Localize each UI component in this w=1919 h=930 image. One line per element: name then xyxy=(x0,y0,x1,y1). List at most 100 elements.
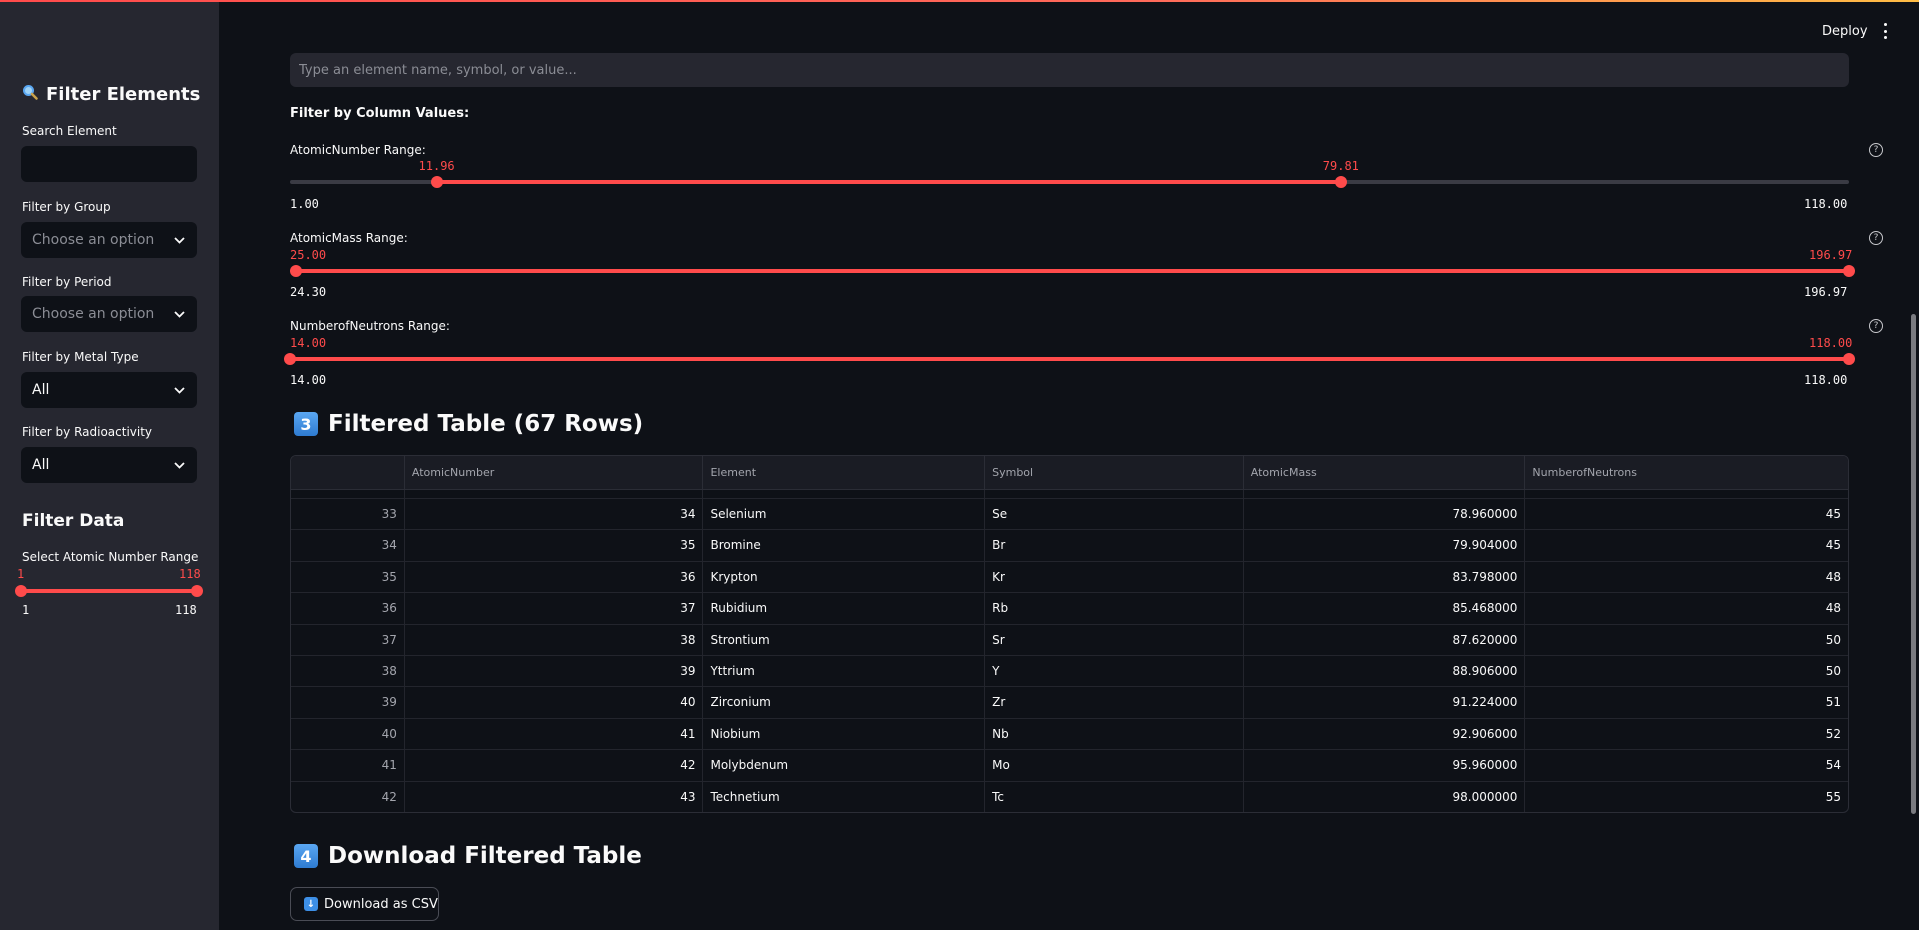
table-cell[interactable]: 45 xyxy=(1525,499,1848,529)
table-cell[interactable]: 48 xyxy=(1525,562,1848,592)
table-row[interactable]: 38 39 Yttrium Y 88.906000 50 xyxy=(291,655,1848,688)
table-cell[interactable]: Kr xyxy=(985,561,1244,593)
help-icon[interactable]: ? xyxy=(1869,231,1883,245)
table-cell[interactable]: 83.798000 xyxy=(1244,561,1526,593)
neutrons-range-high-thumb[interactable] xyxy=(1843,353,1855,365)
table-cell[interactable]: 51 xyxy=(1525,687,1848,717)
table-row[interactable]: 36 37 Rubidium Rb 85.468000 48 xyxy=(291,593,1848,625)
table-cell[interactable]: 78.960000 xyxy=(1244,499,1526,530)
atomic-range-track[interactable] xyxy=(21,589,197,593)
table-cell[interactable]: Sr xyxy=(985,624,1244,655)
atomic-number-range-high-thumb[interactable] xyxy=(1334,176,1347,188)
table-cell[interactable]: 91.224000 xyxy=(1244,687,1526,718)
metal-type-select[interactable]: All xyxy=(21,372,197,408)
table-cell[interactable]: 50 xyxy=(1525,656,1848,686)
table-cell[interactable]: 42 xyxy=(291,781,405,812)
table-cell[interactable]: Bromine xyxy=(703,530,986,561)
table-cell[interactable]: 45 xyxy=(1525,530,1848,560)
table-cell[interactable]: 40 xyxy=(291,718,405,750)
table-cell[interactable]: 35 xyxy=(405,530,704,561)
table-cell[interactable]: 54 xyxy=(1525,750,1848,780)
table-cell[interactable]: Strontium xyxy=(703,624,986,655)
table-cell[interactable]: 39 xyxy=(291,687,405,718)
table-cell[interactable]: 34 xyxy=(405,499,704,530)
table-cell[interactable]: 39 xyxy=(405,655,704,687)
table-cell[interactable]: 98.000000 xyxy=(1244,781,1526,812)
table-cell[interactable]: Rubidium xyxy=(703,593,986,624)
neutrons-range-low-thumb[interactable] xyxy=(284,353,296,365)
table-cell[interactable]: 33 xyxy=(291,499,405,530)
table-cell[interactable]: 79.904000 xyxy=(1244,530,1526,561)
table-cell[interactable]: 95.960000 xyxy=(1244,750,1526,781)
table-cell[interactable]: Molybdenum xyxy=(703,750,986,781)
search-element-input[interactable] xyxy=(21,146,197,182)
help-icon[interactable]: ? xyxy=(1869,319,1883,333)
table-cell[interactable]: 92.906000 xyxy=(1244,718,1526,750)
table-cell[interactable]: 85.468000 xyxy=(1244,593,1526,624)
table-cell[interactable]: Tc xyxy=(985,781,1244,812)
table-cell[interactable]: 37 xyxy=(405,593,704,624)
table-cell[interactable]: 50 xyxy=(1525,625,1848,655)
period-select[interactable]: Choose an option xyxy=(21,296,197,332)
radioactivity-select[interactable]: All xyxy=(21,447,197,483)
table-cell[interactable]: 35 xyxy=(291,561,405,593)
table-cell[interactable]: Se xyxy=(985,499,1244,530)
table-row[interactable]: 42 43 Technetium Tc 98.000000 55 xyxy=(291,781,1848,812)
table-cell[interactable]: 36 xyxy=(291,593,405,624)
column-header-atomic-mass[interactable]: AtomicMass xyxy=(1244,456,1526,490)
atomic-range-high-thumb[interactable] xyxy=(191,585,203,597)
table-cell[interactable]: 41 xyxy=(291,750,405,781)
column-header-symbol[interactable]: Symbol xyxy=(985,456,1244,490)
table-cell[interactable]: 34 xyxy=(291,530,405,561)
table-cell[interactable]: 48 xyxy=(1525,593,1848,623)
column-header-atomic-number[interactable]: AtomicNumber xyxy=(405,456,704,490)
table-cell[interactable]: 43 xyxy=(405,781,704,812)
table-cell[interactable]: 42 xyxy=(405,750,704,781)
group-select[interactable]: Choose an option xyxy=(21,222,197,258)
atomic-mass-range-high-thumb[interactable] xyxy=(1843,265,1855,277)
atomic-mass-range-low-thumb[interactable] xyxy=(290,265,303,277)
table-row[interactable]: 40 41 Niobium Nb 92.906000 52 xyxy=(291,718,1848,751)
table-row[interactable]: 37 38 Strontium Sr 87.620000 50 xyxy=(291,624,1848,656)
table-cell[interactable]: Nb xyxy=(985,718,1244,750)
table-row[interactable]: 41 42 Molybdenum Mo 95.960000 54 xyxy=(291,750,1848,782)
column-header-neutrons[interactable]: NumberofNeutrons xyxy=(1525,456,1848,490)
table-cell[interactable]: 52 xyxy=(1525,719,1848,749)
table-cell[interactable]: Yttrium xyxy=(703,655,986,687)
table-row[interactable]: 35 36 Krypton Kr 83.798000 48 xyxy=(291,561,1848,594)
main-menu-icon[interactable] xyxy=(1880,23,1890,39)
table-cell[interactable]: 55 xyxy=(1525,782,1848,812)
deploy-button[interactable]: Deploy xyxy=(1822,24,1868,39)
table-cell[interactable]: Zirconium xyxy=(703,687,986,718)
table-cell[interactable]: Selenium xyxy=(703,499,986,530)
metal-type-select-value: All xyxy=(32,382,50,398)
download-csv-button[interactable]: ↓ Download as CSV xyxy=(290,887,439,921)
table-cell[interactable]: 38 xyxy=(405,624,704,655)
filtered-table[interactable]: AtomicNumber Element Symbol AtomicMass N… xyxy=(290,455,1849,813)
table-row[interactable]: 39 40 Zirconium Zr 91.224000 51 xyxy=(291,687,1848,719)
table-cell[interactable]: Rb xyxy=(985,593,1244,624)
table-cell[interactable]: Technetium xyxy=(703,781,986,812)
table-cell[interactable]: 36 xyxy=(405,561,704,593)
atomic-range-low-thumb[interactable] xyxy=(15,585,27,597)
table-row[interactable]: 33 34 Selenium Se 78.960000 45 xyxy=(291,499,1848,531)
column-header-element[interactable]: Element xyxy=(703,456,986,490)
table-search-input[interactable] xyxy=(290,53,1849,87)
table-cell[interactable]: Niobium xyxy=(703,718,986,750)
table-cell[interactable]: 41 xyxy=(405,718,704,750)
column-header-index[interactable] xyxy=(291,456,405,490)
table-cell[interactable]: Mo xyxy=(985,750,1244,781)
table-cell[interactable]: Br xyxy=(985,530,1244,561)
table-cell[interactable]: 87.620000 xyxy=(1244,624,1526,655)
help-icon[interactable]: ? xyxy=(1869,143,1883,157)
table-cell[interactable]: 40 xyxy=(405,687,704,718)
table-cell[interactable]: Y xyxy=(985,655,1244,687)
table-cell[interactable]: Krypton xyxy=(703,561,986,593)
scrollbar[interactable] xyxy=(1911,314,1916,814)
atomic-number-range-low-thumb[interactable] xyxy=(430,176,443,188)
table-cell[interactable]: 37 xyxy=(291,624,405,655)
table-row[interactable]: 34 35 Bromine Br 79.904000 45 xyxy=(291,530,1848,562)
table-cell[interactable]: 88.906000 xyxy=(1244,655,1526,687)
table-cell[interactable]: 38 xyxy=(291,655,405,687)
table-cell[interactable]: Zr xyxy=(985,687,1244,718)
